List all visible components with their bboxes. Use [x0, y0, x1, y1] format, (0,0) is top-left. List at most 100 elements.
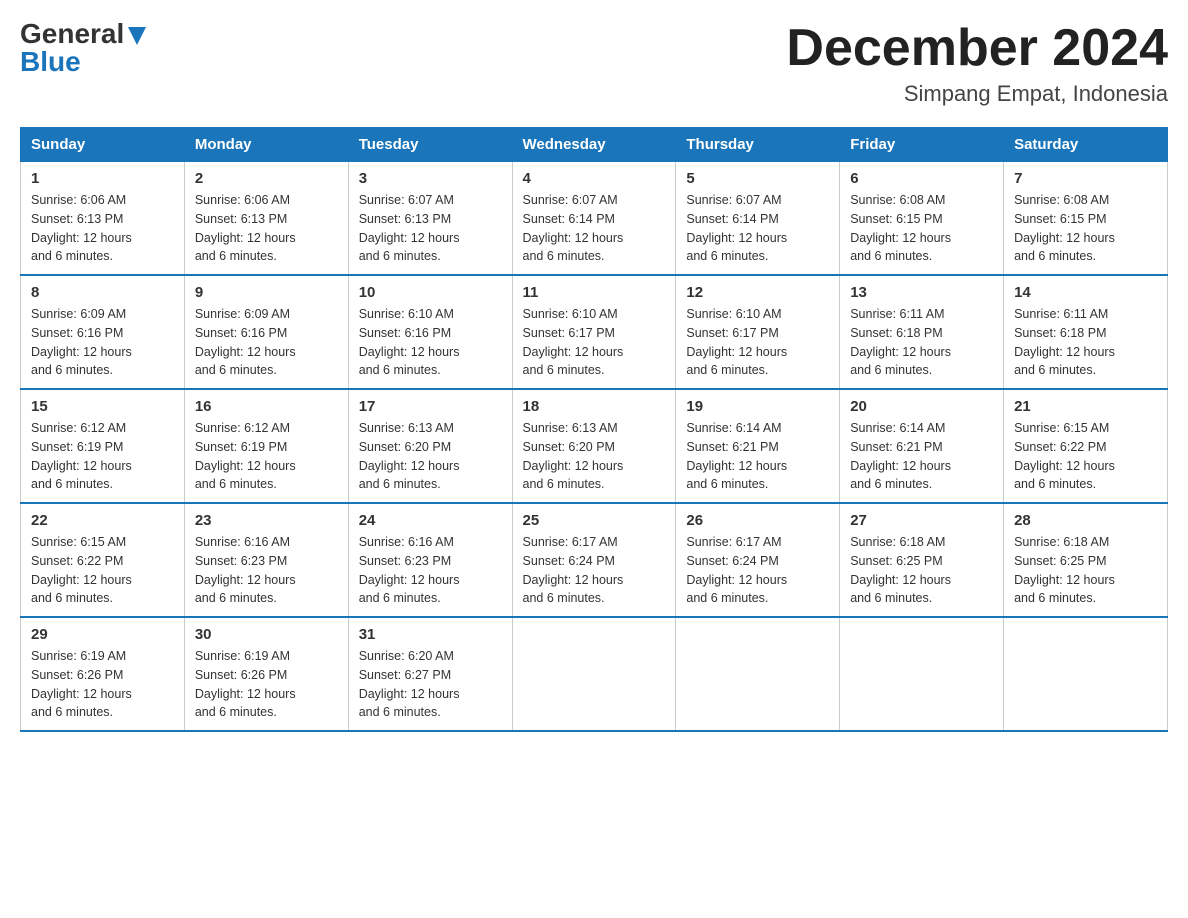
calendar-cell: 26 Sunrise: 6:17 AMSunset: 6:24 PMDaylig…	[676, 503, 840, 617]
day-number: 29	[31, 626, 174, 643]
calendar-cell: 8 Sunrise: 6:09 AMSunset: 6:16 PMDayligh…	[21, 275, 185, 389]
day-number: 9	[195, 284, 338, 301]
week-row-4: 22 Sunrise: 6:15 AMSunset: 6:22 PMDaylig…	[21, 503, 1168, 617]
calendar-table: SundayMondayTuesdayWednesdayThursdayFrid…	[20, 127, 1168, 732]
calendar-cell: 15 Sunrise: 6:12 AMSunset: 6:19 PMDaylig…	[21, 389, 185, 503]
day-number: 28	[1014, 512, 1157, 529]
day-number: 15	[31, 398, 174, 415]
day-number: 24	[359, 512, 502, 529]
day-info: Sunrise: 6:11 AMSunset: 6:18 PMDaylight:…	[1014, 305, 1157, 380]
day-number: 21	[1014, 398, 1157, 415]
day-info: Sunrise: 6:17 AMSunset: 6:24 PMDaylight:…	[686, 533, 829, 608]
day-number: 5	[686, 170, 829, 187]
day-number: 19	[686, 398, 829, 415]
day-info: Sunrise: 6:20 AMSunset: 6:27 PMDaylight:…	[359, 647, 502, 722]
logo: General Blue	[20, 20, 146, 76]
calendar-cell: 25 Sunrise: 6:17 AMSunset: 6:24 PMDaylig…	[512, 503, 676, 617]
logo-general-text: General	[20, 20, 124, 48]
calendar-cell: 28 Sunrise: 6:18 AMSunset: 6:25 PMDaylig…	[1004, 503, 1168, 617]
day-number: 2	[195, 170, 338, 187]
calendar-cell: 6 Sunrise: 6:08 AMSunset: 6:15 PMDayligh…	[840, 162, 1004, 276]
calendar-cell: 18 Sunrise: 6:13 AMSunset: 6:20 PMDaylig…	[512, 389, 676, 503]
day-number: 30	[195, 626, 338, 643]
calendar-cell: 31 Sunrise: 6:20 AMSunset: 6:27 PMDaylig…	[348, 617, 512, 731]
day-number: 20	[850, 398, 993, 415]
calendar-cell: 22 Sunrise: 6:15 AMSunset: 6:22 PMDaylig…	[21, 503, 185, 617]
calendar-cell: 29 Sunrise: 6:19 AMSunset: 6:26 PMDaylig…	[21, 617, 185, 731]
day-info: Sunrise: 6:14 AMSunset: 6:21 PMDaylight:…	[686, 419, 829, 494]
calendar-cell	[512, 617, 676, 731]
day-number: 13	[850, 284, 993, 301]
title-block: December 2024 Simpang Empat, Indonesia	[786, 20, 1168, 107]
day-info: Sunrise: 6:19 AMSunset: 6:26 PMDaylight:…	[31, 647, 174, 722]
day-info: Sunrise: 6:11 AMSunset: 6:18 PMDaylight:…	[850, 305, 993, 380]
day-number: 4	[523, 170, 666, 187]
day-info: Sunrise: 6:06 AMSunset: 6:13 PMDaylight:…	[31, 191, 174, 266]
day-number: 8	[31, 284, 174, 301]
day-number: 10	[359, 284, 502, 301]
day-number: 3	[359, 170, 502, 187]
calendar-cell: 4 Sunrise: 6:07 AMSunset: 6:14 PMDayligh…	[512, 162, 676, 276]
day-info: Sunrise: 6:19 AMSunset: 6:26 PMDaylight:…	[195, 647, 338, 722]
calendar-body: 1 Sunrise: 6:06 AMSunset: 6:13 PMDayligh…	[21, 162, 1168, 732]
header-saturday: Saturday	[1004, 128, 1168, 162]
calendar-cell: 27 Sunrise: 6:18 AMSunset: 6:25 PMDaylig…	[840, 503, 1004, 617]
day-number: 16	[195, 398, 338, 415]
calendar-cell: 7 Sunrise: 6:08 AMSunset: 6:15 PMDayligh…	[1004, 162, 1168, 276]
day-info: Sunrise: 6:06 AMSunset: 6:13 PMDaylight:…	[195, 191, 338, 266]
calendar-cell: 24 Sunrise: 6:16 AMSunset: 6:23 PMDaylig…	[348, 503, 512, 617]
day-number: 12	[686, 284, 829, 301]
day-info: Sunrise: 6:14 AMSunset: 6:21 PMDaylight:…	[850, 419, 993, 494]
day-number: 14	[1014, 284, 1157, 301]
header-tuesday: Tuesday	[348, 128, 512, 162]
day-number: 23	[195, 512, 338, 529]
calendar-cell: 20 Sunrise: 6:14 AMSunset: 6:21 PMDaylig…	[840, 389, 1004, 503]
calendar-cell: 17 Sunrise: 6:13 AMSunset: 6:20 PMDaylig…	[348, 389, 512, 503]
calendar-cell: 30 Sunrise: 6:19 AMSunset: 6:26 PMDaylig…	[184, 617, 348, 731]
header-wednesday: Wednesday	[512, 128, 676, 162]
day-info: Sunrise: 6:07 AMSunset: 6:14 PMDaylight:…	[686, 191, 829, 266]
day-info: Sunrise: 6:10 AMSunset: 6:17 PMDaylight:…	[523, 305, 666, 380]
day-number: 11	[523, 284, 666, 301]
day-info: Sunrise: 6:15 AMSunset: 6:22 PMDaylight:…	[31, 533, 174, 608]
day-info: Sunrise: 6:13 AMSunset: 6:20 PMDaylight:…	[359, 419, 502, 494]
week-row-5: 29 Sunrise: 6:19 AMSunset: 6:26 PMDaylig…	[21, 617, 1168, 731]
day-number: 7	[1014, 170, 1157, 187]
header-monday: Monday	[184, 128, 348, 162]
calendar-cell	[840, 617, 1004, 731]
calendar-header: SundayMondayTuesdayWednesdayThursdayFrid…	[21, 128, 1168, 162]
day-info: Sunrise: 6:12 AMSunset: 6:19 PMDaylight:…	[195, 419, 338, 494]
day-number: 22	[31, 512, 174, 529]
day-info: Sunrise: 6:10 AMSunset: 6:16 PMDaylight:…	[359, 305, 502, 380]
calendar-cell	[1004, 617, 1168, 731]
calendar-cell: 1 Sunrise: 6:06 AMSunset: 6:13 PMDayligh…	[21, 162, 185, 276]
day-info: Sunrise: 6:08 AMSunset: 6:15 PMDaylight:…	[850, 191, 993, 266]
month-title: December 2024	[786, 20, 1168, 77]
day-number: 1	[31, 170, 174, 187]
calendar-cell: 9 Sunrise: 6:09 AMSunset: 6:16 PMDayligh…	[184, 275, 348, 389]
day-info: Sunrise: 6:17 AMSunset: 6:24 PMDaylight:…	[523, 533, 666, 608]
day-number: 6	[850, 170, 993, 187]
page-header: General Blue December 2024 Simpang Empat…	[20, 20, 1168, 107]
day-number: 18	[523, 398, 666, 415]
day-number: 31	[359, 626, 502, 643]
week-row-3: 15 Sunrise: 6:12 AMSunset: 6:19 PMDaylig…	[21, 389, 1168, 503]
calendar-cell: 11 Sunrise: 6:10 AMSunset: 6:17 PMDaylig…	[512, 275, 676, 389]
day-info: Sunrise: 6:16 AMSunset: 6:23 PMDaylight:…	[195, 533, 338, 608]
location-subtitle: Simpang Empat, Indonesia	[786, 81, 1168, 107]
calendar-cell: 19 Sunrise: 6:14 AMSunset: 6:21 PMDaylig…	[676, 389, 840, 503]
day-number: 27	[850, 512, 993, 529]
header-sunday: Sunday	[21, 128, 185, 162]
day-number: 26	[686, 512, 829, 529]
calendar-cell: 10 Sunrise: 6:10 AMSunset: 6:16 PMDaylig…	[348, 275, 512, 389]
calendar-cell	[676, 617, 840, 731]
day-info: Sunrise: 6:10 AMSunset: 6:17 PMDaylight:…	[686, 305, 829, 380]
day-info: Sunrise: 6:09 AMSunset: 6:16 PMDaylight:…	[195, 305, 338, 380]
calendar-cell: 16 Sunrise: 6:12 AMSunset: 6:19 PMDaylig…	[184, 389, 348, 503]
calendar-cell: 12 Sunrise: 6:10 AMSunset: 6:17 PMDaylig…	[676, 275, 840, 389]
day-info: Sunrise: 6:09 AMSunset: 6:16 PMDaylight:…	[31, 305, 174, 380]
calendar-cell: 5 Sunrise: 6:07 AMSunset: 6:14 PMDayligh…	[676, 162, 840, 276]
day-number: 17	[359, 398, 502, 415]
header-friday: Friday	[840, 128, 1004, 162]
week-row-2: 8 Sunrise: 6:09 AMSunset: 6:16 PMDayligh…	[21, 275, 1168, 389]
